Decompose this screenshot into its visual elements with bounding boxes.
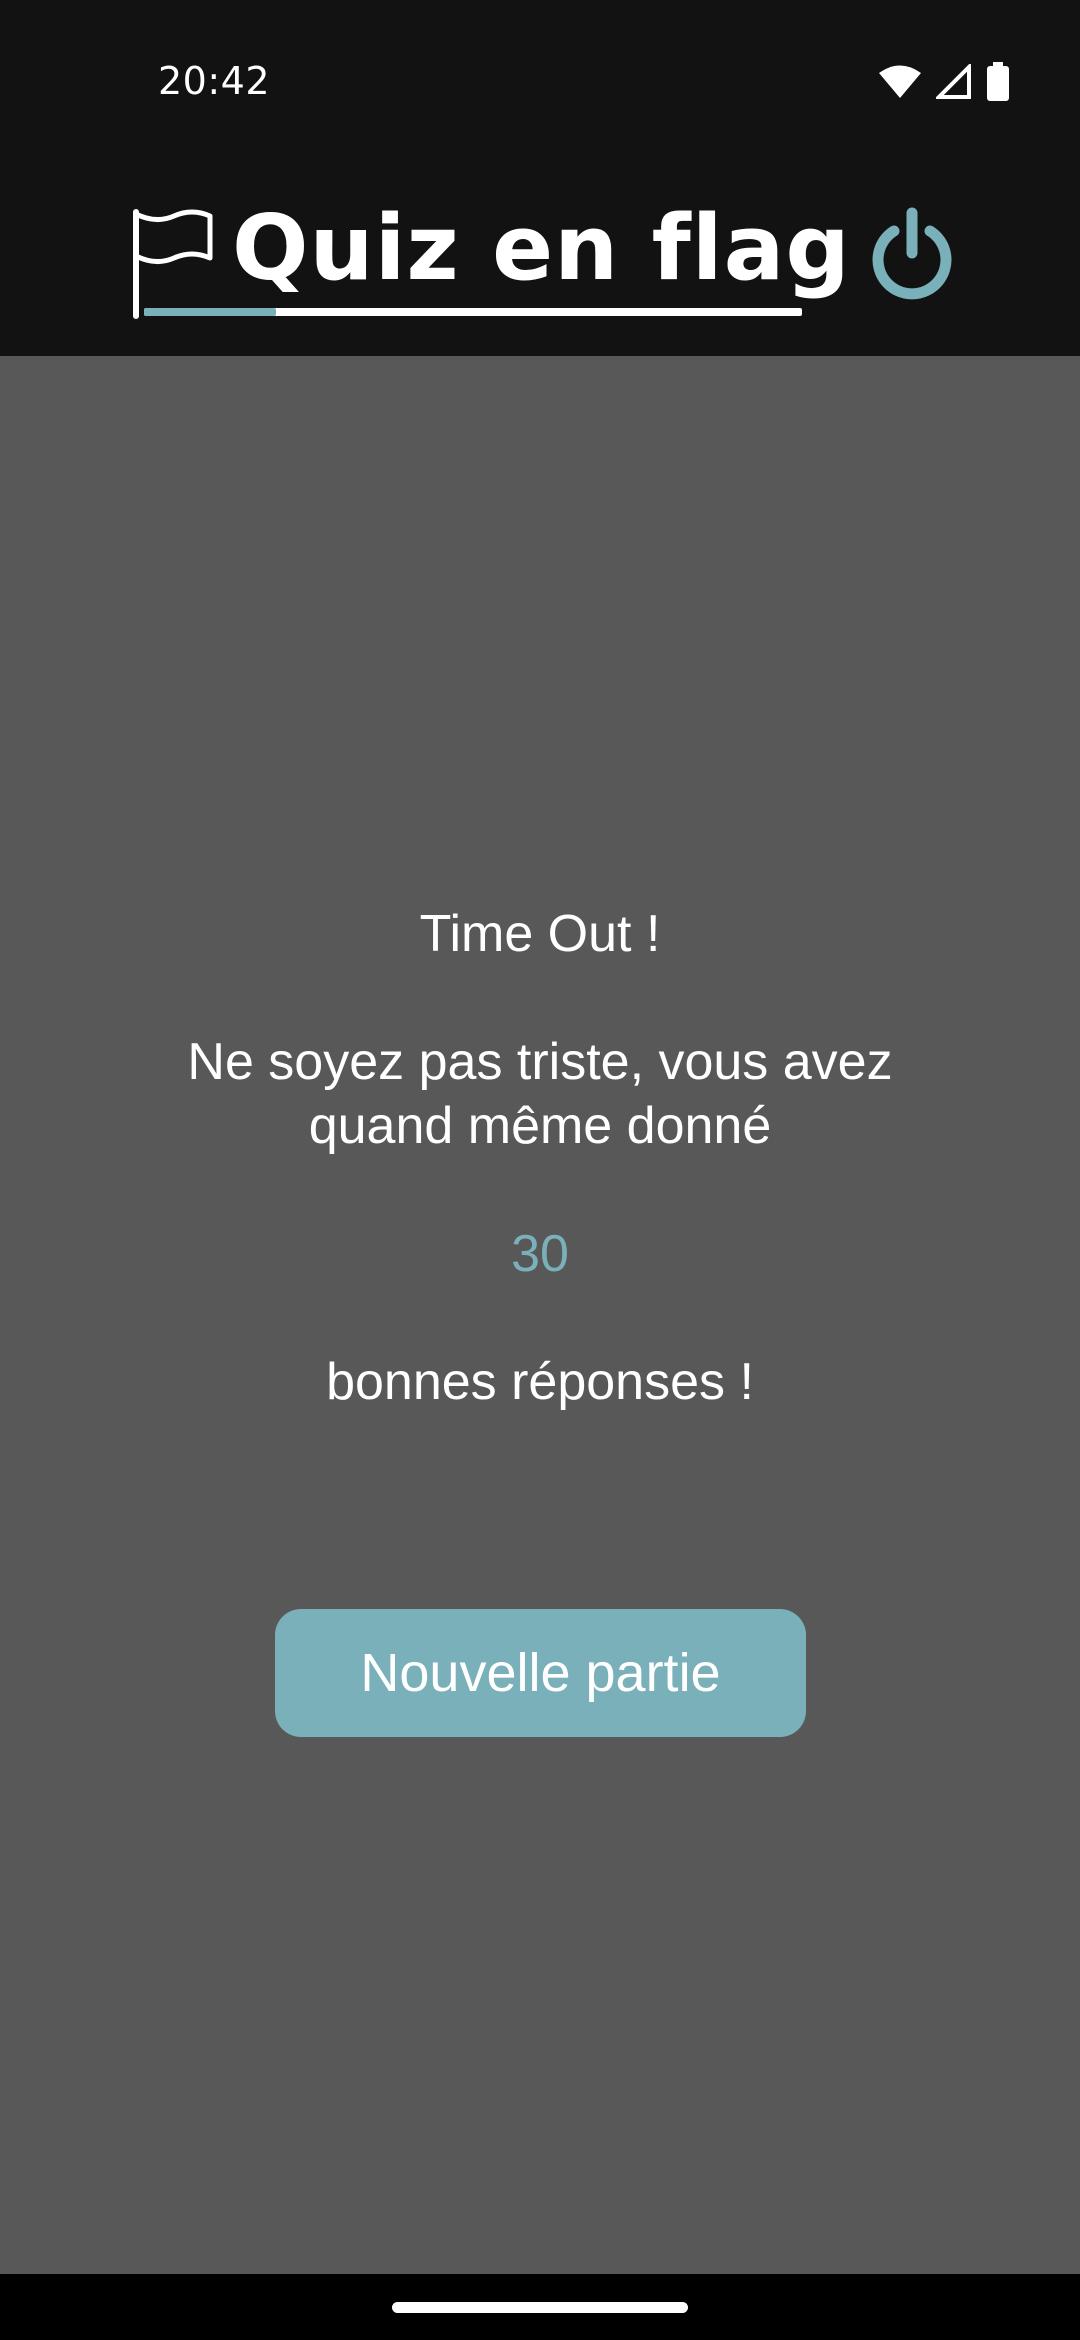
battery-icon [986,62,1010,107]
app-header: Quiz en flag [0,150,1080,356]
app-logo: Quiz en flag [130,196,850,319]
status-bar: 20:42 [0,0,1080,150]
status-time: 20:42 [158,59,271,103]
cell-signal-icon [934,62,972,105]
logo-underline-accent [144,308,276,316]
consolation-message-line1: Ne soyez pas triste, vous avez [187,1033,893,1091]
new-game-button[interactable]: Nouvelle partie [275,1609,806,1737]
score-value: 30 [511,1225,569,1283]
result-screen: Time Out ! Ne soyez pas triste, vous ave… [0,356,1080,2274]
score-suffix: bonnes réponses ! [326,1353,754,1411]
home-handle[interactable] [392,2302,688,2313]
status-icons [878,62,1010,107]
consolation-message-line2: quand même donné [308,1097,772,1155]
power-icon [862,207,962,309]
system-nav-bar [0,2274,1080,2340]
logo-text: Quiz en flag [232,196,851,301]
power-button[interactable] [862,205,962,305]
wifi-icon [878,64,922,105]
time-out-title: Time Out ! [419,905,661,963]
